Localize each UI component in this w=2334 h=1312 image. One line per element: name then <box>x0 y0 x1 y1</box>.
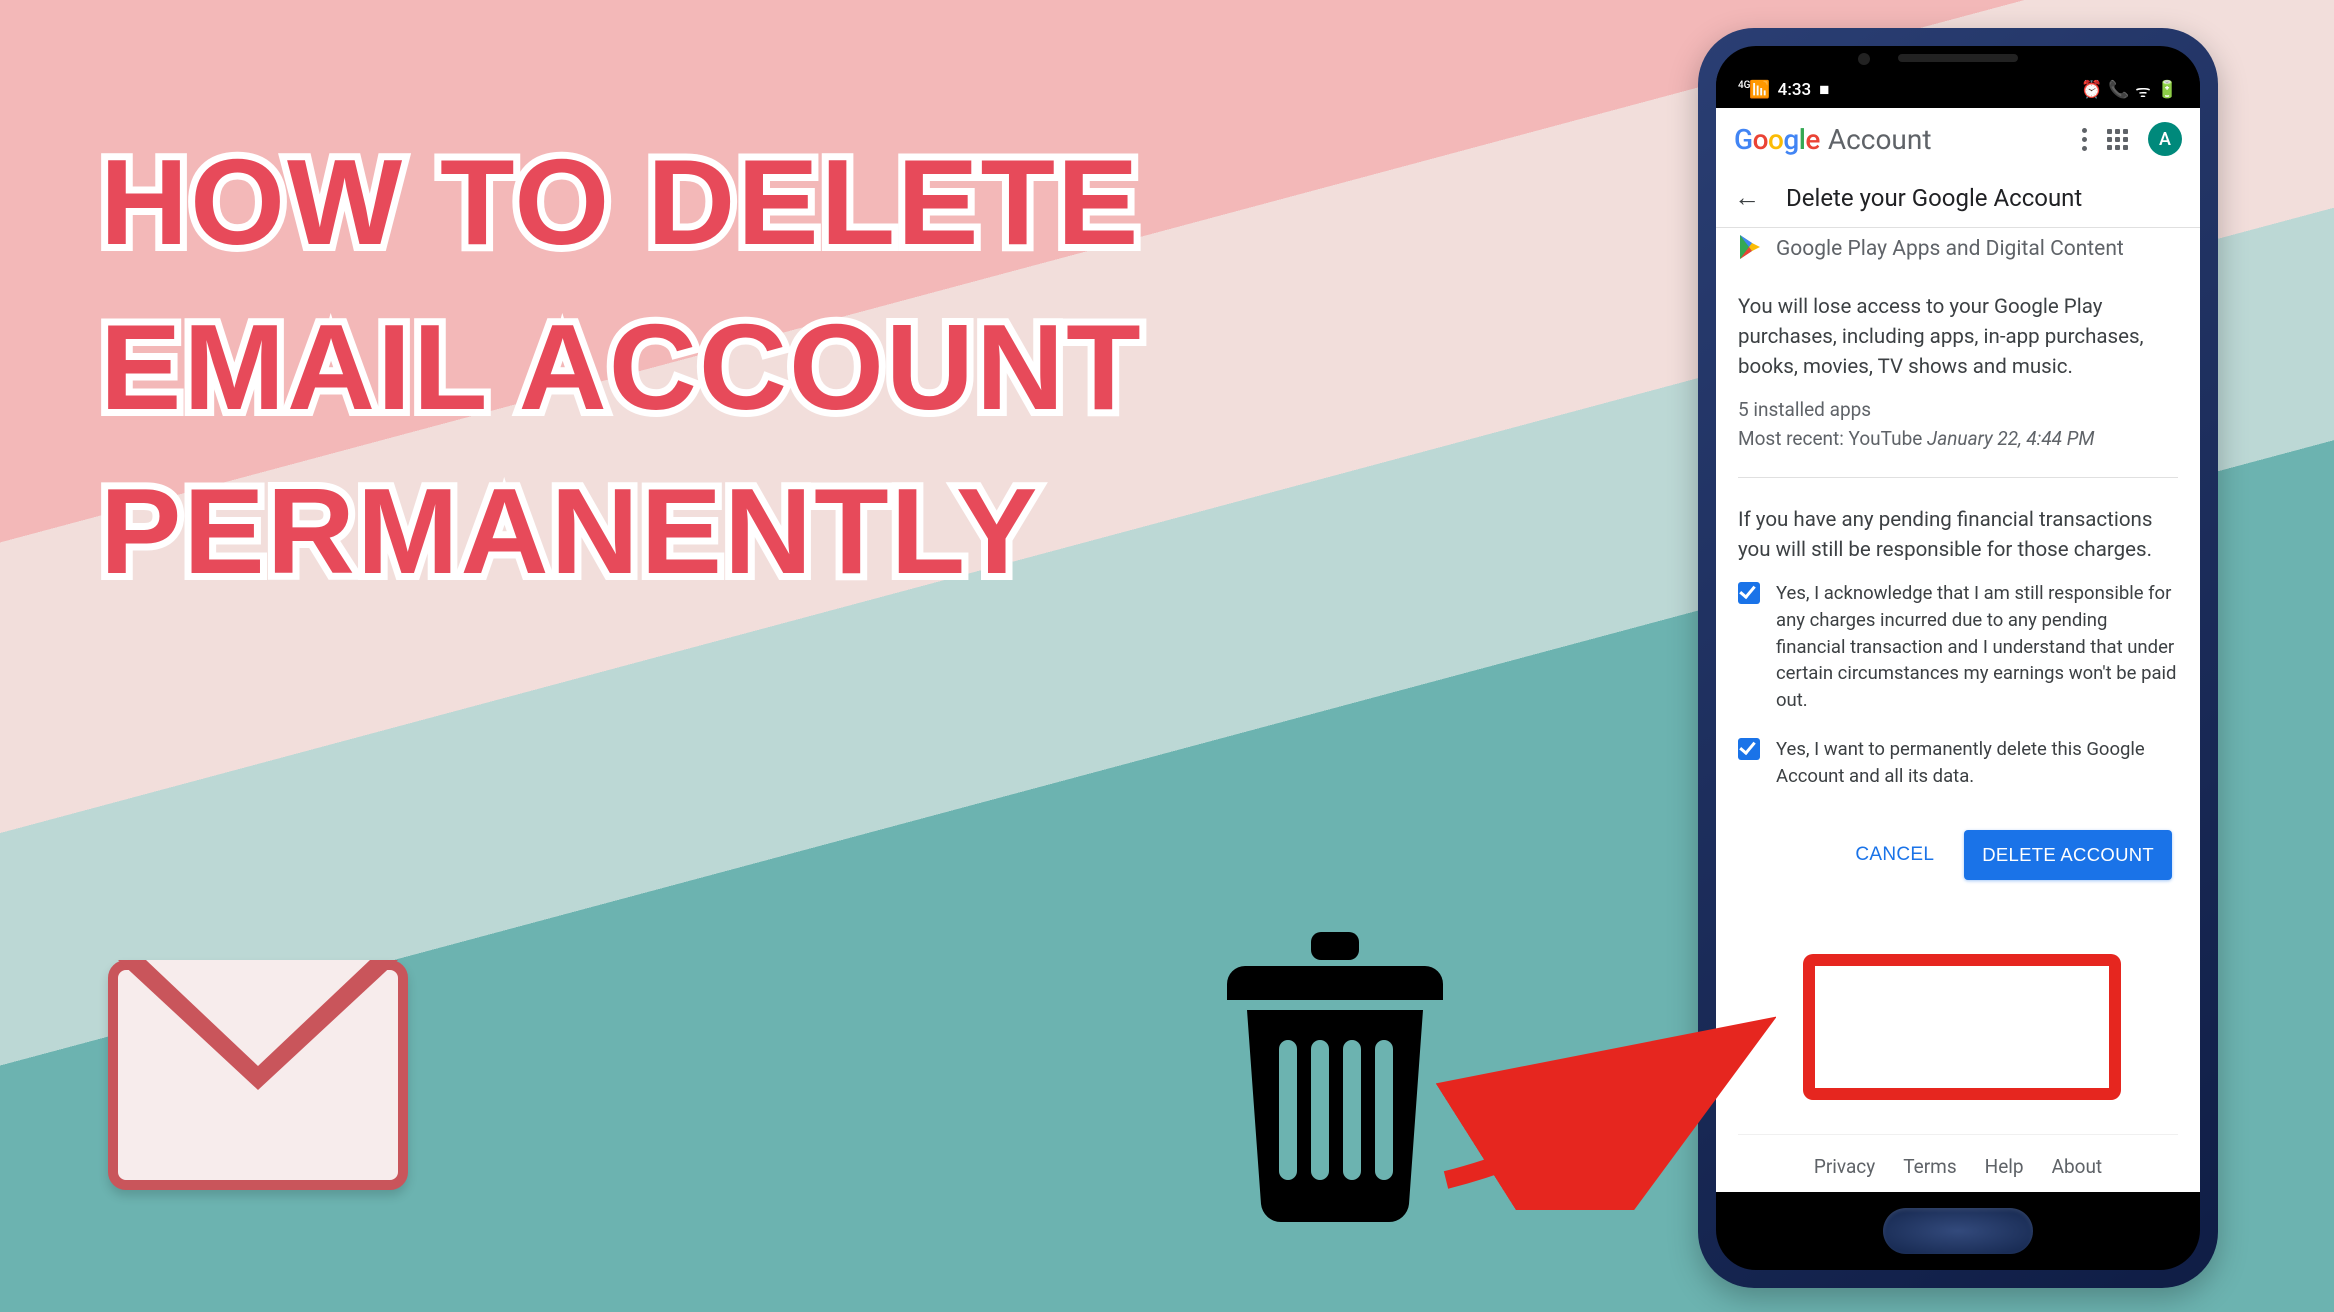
phone-frame: 4G📶 4:33 ■ ⏰ 📞 ᯤ 🔋 Google Account <box>1698 28 2218 1288</box>
phone-camera <box>1858 53 1870 65</box>
installed-apps-meta: 5 installed apps Most recent: YouTube Ja… <box>1738 396 2178 453</box>
status-left: 4G📶 4:33 ■ <box>1738 80 1829 100</box>
app-header: Google Account A <box>1716 108 2200 168</box>
gmail-icon <box>108 960 408 1190</box>
google-play-icon <box>1738 234 1762 260</box>
footer-terms[interactable]: Terms <box>1903 1155 1956 1178</box>
page-subheader: ← Delete your Google Account <box>1716 168 2200 228</box>
footer-privacy[interactable]: Privacy <box>1814 1155 1875 1178</box>
installed-apps-count: 5 installed apps <box>1738 396 2178 425</box>
delete-account-button[interactable]: DELETE ACCOUNT <box>1964 830 2172 880</box>
footer-about[interactable]: About <box>2052 1155 2103 1178</box>
play-content-row: Google Play Apps and Digital Content <box>1738 234 2178 263</box>
cancel-button[interactable]: CANCEL <box>1847 832 1942 878</box>
battery-icon: 🔋 <box>2157 80 2178 100</box>
page-content: Google Play Apps and Digital Content You… <box>1716 228 2200 1192</box>
app-screen: Google Account A ← Delete your Google Ac… <box>1716 108 2200 1192</box>
acknowledge-row-1[interactable]: Yes, I acknowledge that I am still respo… <box>1738 580 2178 714</box>
page-title: Delete your Google Account <box>1786 184 2082 212</box>
title-line-2: email account <box>100 285 1240 450</box>
google-logo: Google <box>1734 123 1820 156</box>
network-icon: 4G📶 <box>1738 80 1770 100</box>
acknowledge-row-2[interactable]: Yes, I want to permanently delete this G… <box>1738 736 2178 790</box>
call-icon: 📞 <box>2108 80 2129 100</box>
avatar[interactable]: A <box>2148 122 2182 156</box>
most-recent-row: Most recent: YouTube January 22, 4:44 PM <box>1738 425 2178 454</box>
video-icon: ■ <box>1819 80 1829 100</box>
title-line-3: permanently <box>100 449 1240 614</box>
avatar-letter: A <box>2159 129 2171 150</box>
thumbnail-title: How To Delete email account permanently <box>100 120 1240 614</box>
checkbox-ack-2[interactable] <box>1738 738 1760 760</box>
footer-links: Privacy Terms Help About <box>1738 1134 2178 1192</box>
ack-1-text: Yes, I acknowledge that I am still respo… <box>1776 580 2178 714</box>
phone-home-button[interactable] <box>1883 1208 2033 1254</box>
apps-grid-icon[interactable] <box>2107 129 2128 150</box>
footer-help[interactable]: Help <box>1985 1155 2024 1178</box>
checkbox-ack-1[interactable] <box>1738 582 1760 604</box>
more-menu-icon[interactable] <box>2082 128 2087 151</box>
action-button-row: CANCEL DELETE ACCOUNT <box>1738 820 2178 898</box>
most-recent-time: January 22, 4:44 PM <box>1927 427 2094 450</box>
status-bar: 4G📶 4:33 ■ ⏰ 📞 ᯤ 🔋 <box>1716 72 2200 108</box>
lose-access-text: You will lose access to your Google Play… <box>1738 293 2178 382</box>
wifi-icon: ᯤ <box>2135 79 2151 102</box>
play-content-label: Google Play Apps and Digital Content <box>1776 234 2124 263</box>
status-time: 4:33 <box>1778 80 1811 100</box>
back-arrow-icon[interactable]: ← <box>1734 182 1760 213</box>
status-right: ⏰ 📞 ᯤ 🔋 <box>2081 79 2178 102</box>
alarm-icon: ⏰ <box>2081 80 2102 100</box>
most-recent-prefix: Most recent: YouTube <box>1738 427 1927 450</box>
ack-2-text: Yes, I want to permanently delete this G… <box>1776 736 2178 790</box>
pending-transactions-text: If you have any pending financial transa… <box>1738 506 2178 565</box>
title-line-1: How To Delete <box>100 120 1240 285</box>
trash-icon <box>1225 932 1445 1226</box>
phone-screen-bezel: 4G📶 4:33 ■ ⏰ 📞 ᯤ 🔋 Google Account <box>1716 46 2200 1270</box>
divider <box>1738 477 2178 478</box>
phone-speaker <box>1898 54 2018 62</box>
header-account-label: Account <box>1828 123 1932 156</box>
